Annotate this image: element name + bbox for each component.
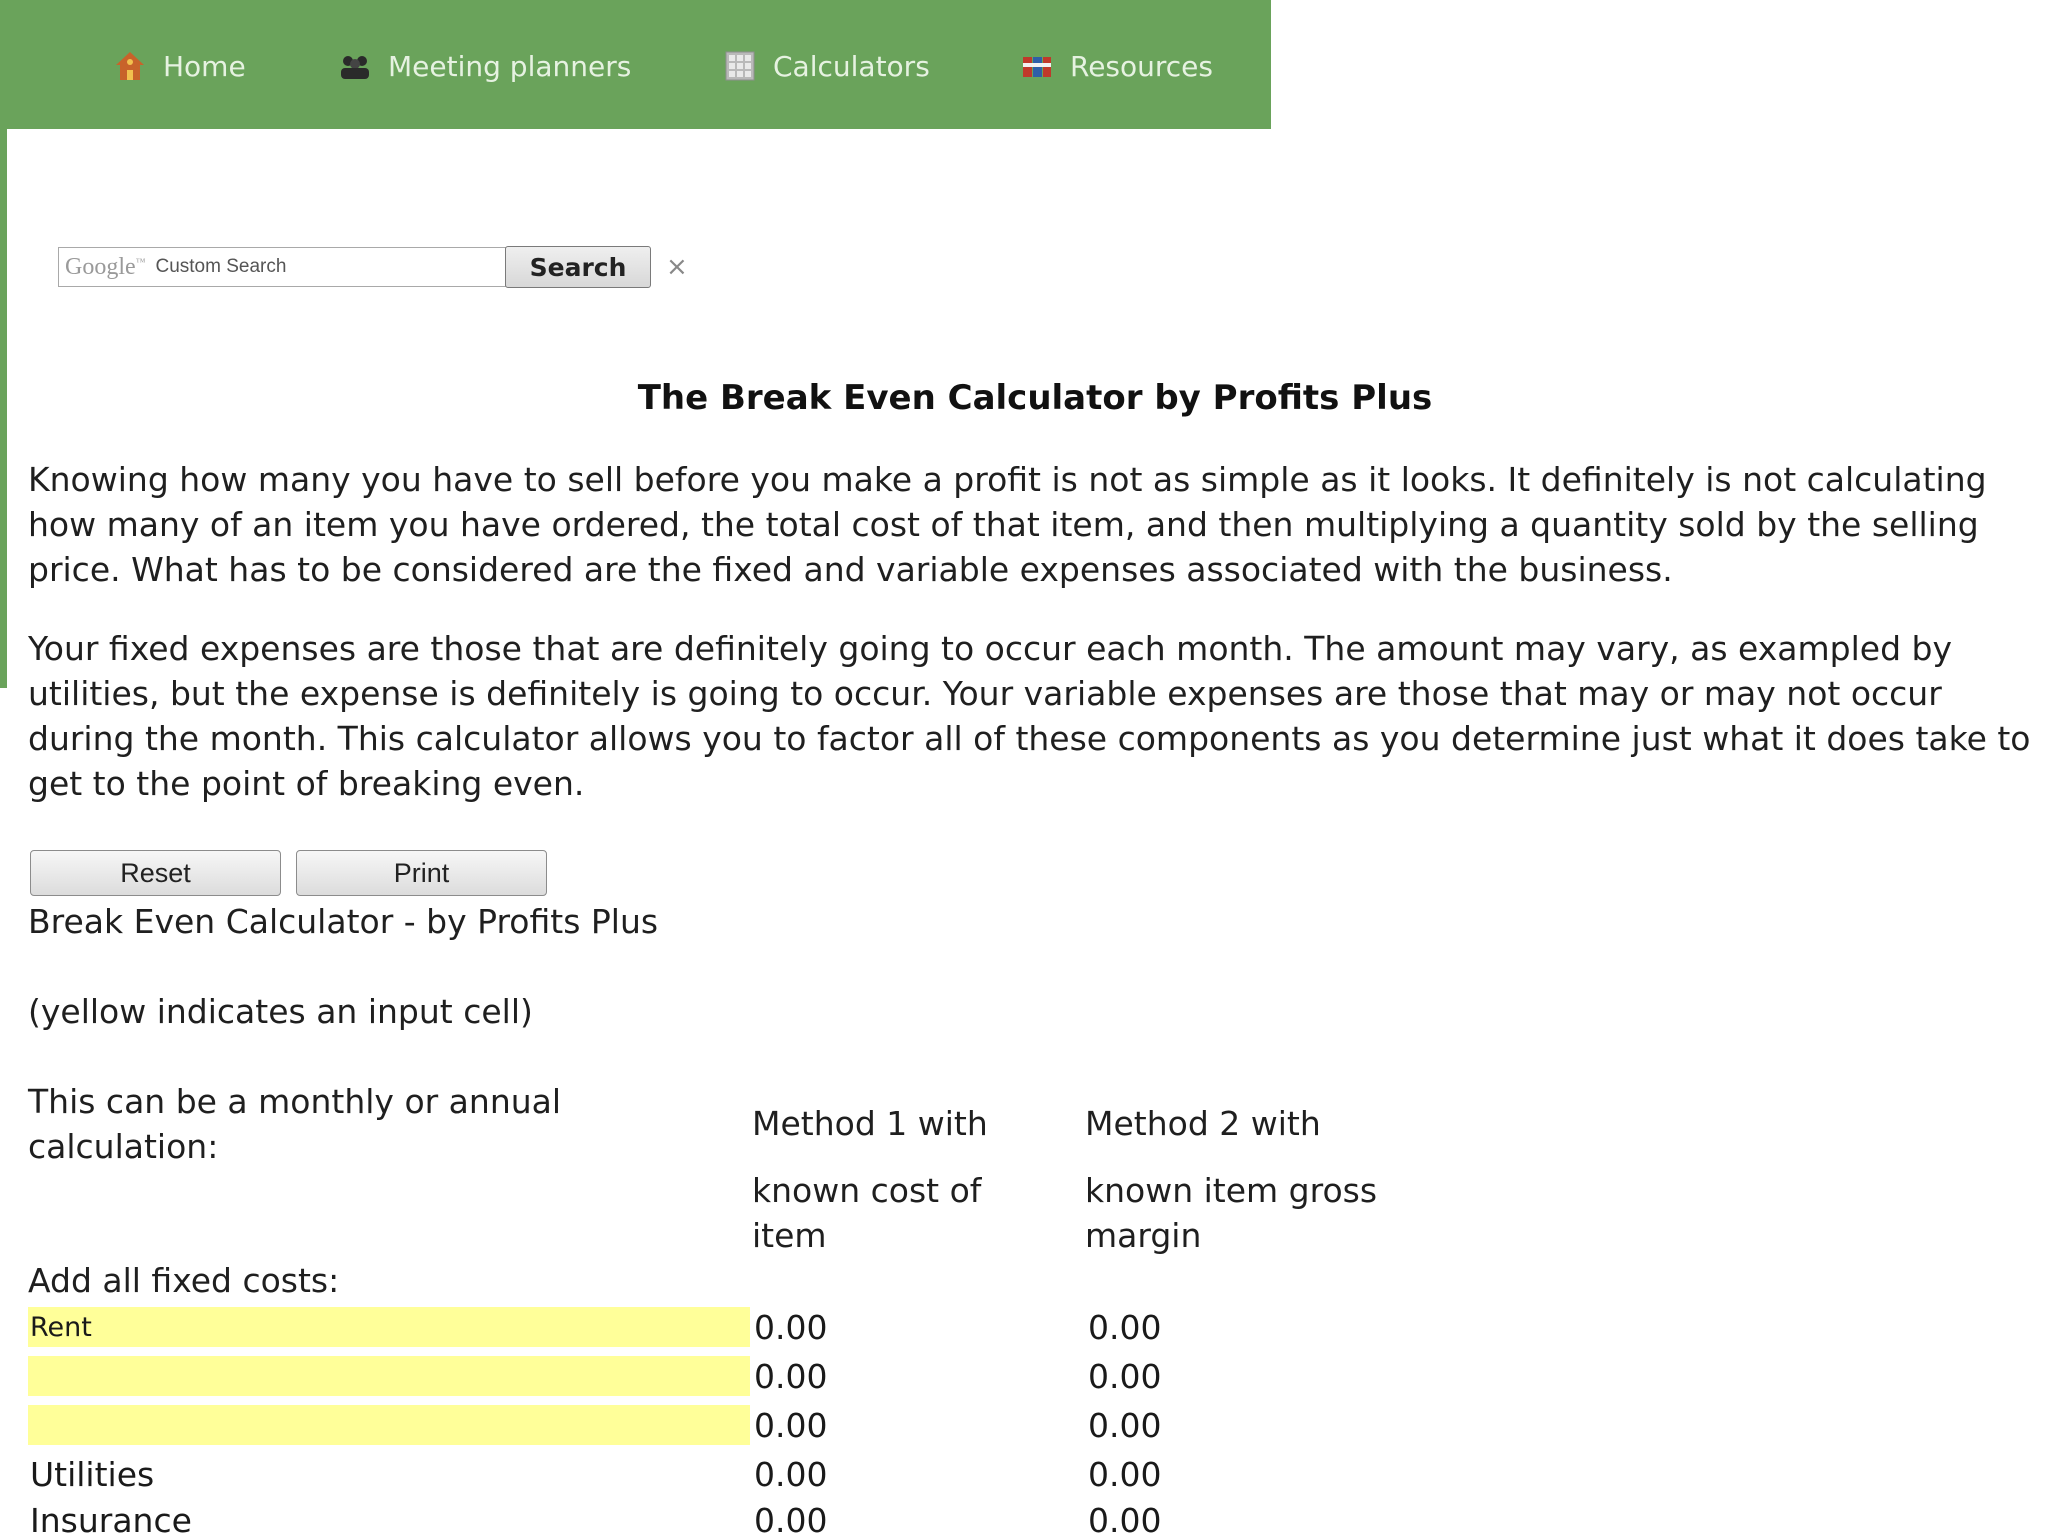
nav-item-home[interactable]: Home	[113, 48, 246, 84]
nav-item-meeting-planners[interactable]: Meeting planners	[338, 48, 631, 84]
search-placeholder: Custom Search	[155, 256, 287, 277]
google-logo: Google™	[65, 253, 146, 280]
period-note: This can be a monthly or annual calculat…	[28, 1082, 562, 1166]
method1-value: 0.00	[754, 1405, 828, 1445]
method1-value: 0.00	[754, 1454, 828, 1494]
fixed-cost-label: Utilities	[30, 1454, 155, 1494]
method1-subheading: known cost of item	[752, 1171, 982, 1255]
search-input[interactable]: Google™ Custom Search	[58, 247, 506, 287]
calculator-icon	[723, 49, 757, 83]
method2-value: 0.00	[1088, 1307, 1162, 1347]
method2-value: 0.00	[1088, 1500, 1162, 1540]
home-icon	[113, 49, 147, 83]
calculator-title: Break Even Calculator - by Profits Plus	[28, 902, 659, 941]
nav-item-calculators[interactable]: Calculators	[723, 48, 930, 84]
nav-item-label: Calculators	[773, 49, 930, 83]
clear-search-icon[interactable]: ×	[666, 252, 688, 282]
method1-value: 0.00	[754, 1307, 828, 1347]
fixed-cost-name-input[interactable]	[28, 1356, 750, 1396]
method2-subheading: known item gross margin	[1085, 1171, 1378, 1255]
nav-item-label: Meeting planners	[388, 49, 632, 83]
method1-value: 0.00	[754, 1500, 828, 1540]
print-button[interactable]: Print	[296, 850, 547, 896]
nav-item-label: Home	[163, 49, 246, 83]
fixed-cost-label: Insurance	[30, 1500, 192, 1540]
intro-paragraph: Knowing how many you have to sell before…	[28, 460, 1987, 589]
fixed-cost-name-input[interactable]	[28, 1405, 750, 1445]
people-icon	[338, 49, 372, 83]
books-icon	[1020, 49, 1054, 83]
nav-item-resources[interactable]: Resources	[1020, 48, 1213, 84]
method2-value: 0.00	[1088, 1454, 1162, 1494]
input-cell-note: (yellow indicates an input cell)	[28, 992, 533, 1031]
fixed-costs-label: Add all fixed costs:	[28, 1261, 340, 1300]
method1-value: 0.00	[754, 1356, 828, 1396]
method1-heading: Method 1 with	[752, 1104, 988, 1143]
fixed-cost-name-input[interactable]: Rent	[28, 1307, 750, 1347]
method2-value: 0.00	[1088, 1405, 1162, 1445]
method2-heading: Method 2 with	[1085, 1104, 1321, 1143]
method2-value: 0.00	[1088, 1356, 1162, 1396]
reset-button[interactable]: Reset	[30, 850, 281, 896]
page-title: The Break Even Calculator by Profits Plu…	[637, 378, 1433, 418]
search-button[interactable]: Search	[505, 246, 651, 288]
intro-paragraph: Your fixed expenses are those that are d…	[28, 629, 2031, 803]
nav-item-label: Resources	[1070, 49, 1213, 83]
top-nav-bar: Home Meeting planners Calculators Resour…	[0, 0, 1271, 129]
